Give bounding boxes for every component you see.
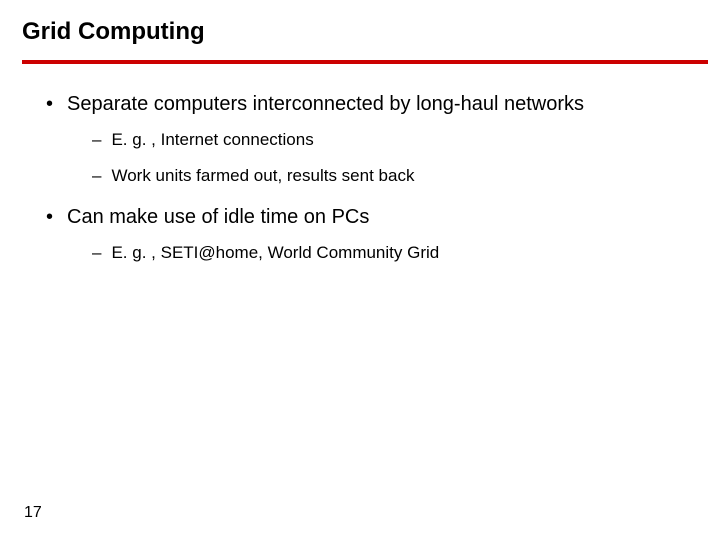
page-number: 17 [24,504,42,522]
dash-icon: – [92,129,101,151]
slide-title: Grid Computing [22,18,700,46]
bullet-text: Can make use of idle time on PCs [67,205,369,230]
bullet-sub-0-0: – E. g. , Internet connections [92,129,700,151]
bullet-sub-0-1: – Work units farmed out, results sent ba… [92,165,700,187]
bullet-main-0: • Separate computers interconnected by l… [46,92,700,117]
dash-icon: – [92,242,101,264]
bullet-icon: • [46,205,53,229]
dash-icon: – [92,165,101,187]
bullet-sub-1-0: – E. g. , SETI@home, World Community Gri… [92,242,700,264]
bullet-text: Separate computers interconnected by lon… [67,92,584,117]
bullet-sub-text: E. g. , Internet connections [111,129,313,151]
bullet-sub-text: Work units farmed out, results sent back [111,165,414,187]
bullet-icon: • [46,92,53,116]
bullet-sub-text: E. g. , SETI@home, World Community Grid [111,242,439,264]
bullet-main-1: • Can make use of idle time on PCs [46,205,700,230]
divider-line [22,60,708,64]
